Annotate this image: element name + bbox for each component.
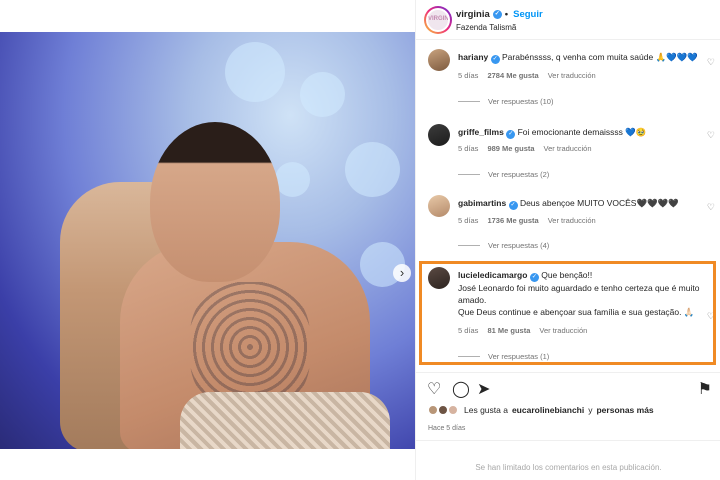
bokeh-light: [345, 142, 400, 197]
author-avatar[interactable]: VIRGINIA: [424, 6, 452, 34]
bookmark-icon[interactable]: ⚑: [698, 379, 712, 399]
comment-likes[interactable]: 2784 Me gusta: [487, 71, 538, 80]
replies-label: Ver respuestas (4): [488, 241, 550, 250]
comment-time: 5 días: [458, 326, 479, 335]
comment-meta: 5 días 1736 Me gusta Ver traducción: [458, 216, 596, 225]
man-head: [150, 122, 280, 282]
replies-line: [458, 101, 480, 102]
separator-dot: •: [504, 9, 509, 20]
replies-line: [458, 356, 480, 357]
translate-link[interactable]: Ver traducción: [539, 326, 587, 335]
post-time: Hace 5 días: [428, 425, 466, 432]
comment-likes[interactable]: 1736 Me gusta: [487, 216, 538, 225]
replies-label: Ver respuestas (10): [488, 97, 554, 106]
replies-line: [458, 174, 480, 175]
replies-line: [458, 245, 480, 246]
comments-limited-notice: Se han limitado los comentarios en esta …: [416, 440, 720, 480]
next-photo-button[interactable]: ›: [393, 264, 411, 282]
comment-text: lucieledicamargo ✓ Que benção!! José Leo…: [458, 269, 703, 318]
author-username[interactable]: virginia: [456, 9, 490, 20]
commenter-username[interactable]: gabimartins: [458, 198, 506, 208]
verified-icon: ✓: [492, 10, 502, 19]
replies-label: Ver respuestas (1): [488, 352, 550, 361]
comment-likes[interactable]: 81 Me gusta: [487, 326, 530, 335]
post-actions-bar: ♡ ◯ ➤ ⚑: [416, 372, 720, 402]
verified-icon: ✓: [529, 273, 539, 282]
comment-body: Foi emocionante demaissss 💙🥹: [517, 127, 647, 137]
translate-link[interactable]: Ver traducción: [548, 216, 596, 225]
comment-like-icon[interactable]: ♡: [707, 57, 715, 68]
bokeh-light: [225, 42, 285, 102]
bokeh-light: [300, 72, 345, 117]
post-side-panel: VIRGINIA virginia ✓ • Seguir Fazenda Tal…: [415, 0, 720, 480]
comment-meta: 5 días 989 Me gusta Ver traducción: [458, 144, 592, 153]
liker-username[interactable]: eucarolinebianchi: [512, 405, 584, 415]
comment-like-icon[interactable]: ♡: [707, 311, 715, 322]
commenter-avatar[interactable]: [428, 124, 450, 146]
commenter-username[interactable]: hariany: [458, 52, 488, 62]
avatar-logo: VIRGINIA: [428, 16, 449, 22]
view-replies-button[interactable]: Ver respuestas (10): [458, 97, 553, 106]
comment-like-icon[interactable]: ♡: [707, 130, 715, 141]
likes-prefix: Les gusta a: [464, 405, 508, 415]
verified-icon: ✓: [508, 201, 518, 210]
translate-link[interactable]: Ver traducción: [544, 144, 592, 153]
others-likes-link[interactable]: personas más: [596, 405, 653, 415]
author-name-row: virginia ✓ • Seguir: [456, 9, 543, 20]
comment-likes[interactable]: 989 Me gusta: [487, 144, 534, 153]
commenter-username[interactable]: lucieledicamargo: [458, 270, 527, 280]
view-replies-button[interactable]: Ver respuestas (4): [458, 241, 549, 250]
comment-like-icon[interactable]: ♡: [707, 202, 715, 213]
comment-body-line: Que benção!!: [541, 270, 593, 280]
replies-label: Ver respuestas (2): [488, 170, 550, 179]
comment-time: 5 días: [458, 144, 479, 153]
commenter-avatar[interactable]: [428, 49, 450, 71]
bokeh-light: [275, 162, 310, 197]
view-replies-button[interactable]: Ver respuestas (1): [458, 352, 549, 361]
follow-button[interactable]: Seguir: [513, 9, 543, 20]
comment-body-line: Que Deus continue e abençoar sua família…: [458, 307, 695, 317]
commenter-avatar[interactable]: [428, 195, 450, 217]
comment-text: hariany ✓ Parabénssss, q venha com muita…: [458, 51, 703, 64]
comment-body: Parabénssss, q venha com muita saúde 🙏💙💙…: [502, 52, 698, 62]
liker-avatar[interactable]: [438, 405, 448, 415]
comment-text: gabimartins ✓ Deus abençoe MUITO VOCÊS🖤🖤…: [458, 197, 703, 210]
commenter-avatar[interactable]: [428, 267, 450, 289]
comment-meta: 5 días 81 Me gusta Ver traducción: [458, 326, 587, 335]
post-location[interactable]: Fazenda Talismã: [456, 23, 516, 32]
view-replies-button[interactable]: Ver respuestas (2): [458, 170, 549, 179]
verified-icon: ✓: [490, 55, 500, 64]
post-photo[interactable]: › ●: [0, 32, 415, 449]
comment-body-line: José Leonardo foi muito aguardado e tenh…: [458, 283, 700, 305]
comment-icon[interactable]: ◯: [452, 379, 470, 399]
send-icon[interactable]: ➤: [477, 379, 490, 399]
translate-link[interactable]: Ver traducción: [548, 71, 596, 80]
likes-connector: y: [588, 405, 593, 415]
comment-time: 5 días: [458, 71, 479, 80]
comment-time: 5 días: [458, 216, 479, 225]
comment-text: griffe_films ✓ Foi emocionante demaissss…: [458, 126, 703, 139]
liked-by-row: Les gusta a eucarolinebianchi y personas…: [428, 405, 654, 415]
comment-body: Deus abençoe MUITO VOCÊS🖤🖤🖤🖤: [519, 198, 679, 208]
verified-icon: ✓: [506, 130, 516, 139]
top-strip: [0, 0, 415, 32]
crochet-dress: [180, 392, 390, 449]
post-header: VIRGINIA virginia ✓ • Seguir Fazenda Tal…: [416, 0, 720, 40]
heart-icon[interactable]: ♡: [427, 379, 441, 399]
comment-meta: 5 días 2784 Me gusta Ver traducción: [458, 71, 596, 80]
liker-avatar[interactable]: [448, 405, 458, 415]
liker-avatar[interactable]: [428, 405, 438, 415]
commenter-username[interactable]: griffe_films: [458, 127, 504, 137]
bottom-strip: [0, 449, 415, 480]
